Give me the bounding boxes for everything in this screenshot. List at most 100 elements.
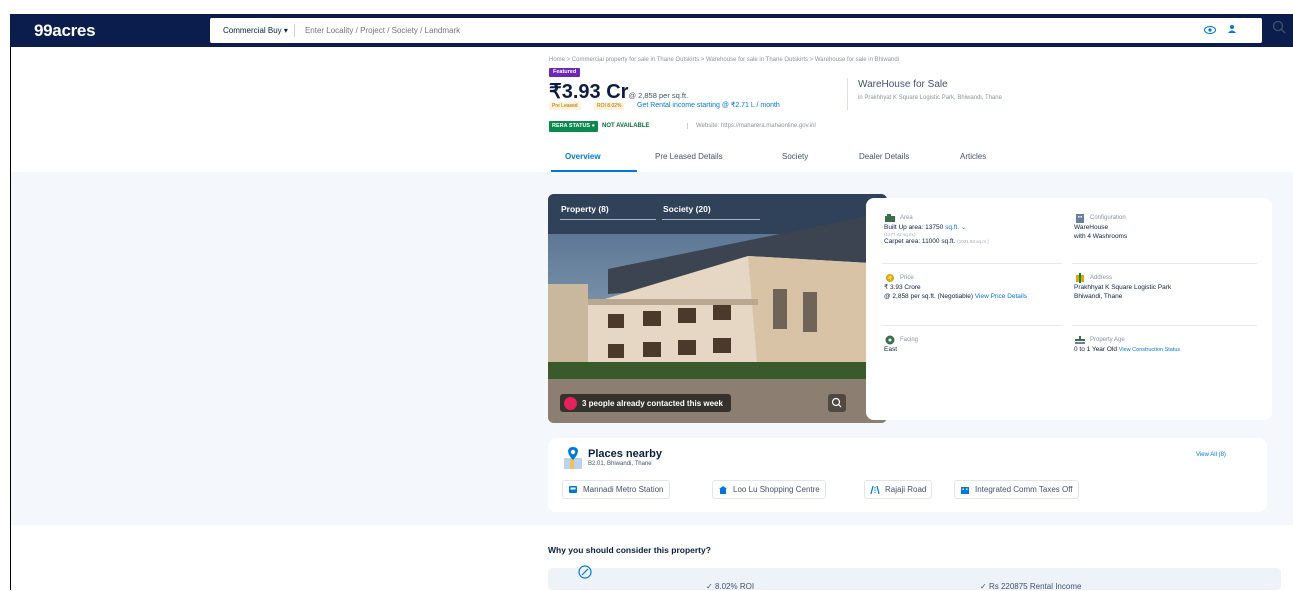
header-divider (847, 78, 848, 110)
pre-leased-chip: Pre Leased (549, 102, 581, 110)
road-icon (870, 485, 880, 495)
address-label: Address (1090, 275, 1113, 281)
info-icon: ● (591, 123, 595, 129)
svg-text:₹: ₹ (888, 276, 892, 283)
tab-overview[interactable]: Overview (565, 152, 601, 161)
nearby-place-chip[interactable]: Integrated Comm Taxes Off (954, 480, 1079, 499)
age-label: Property Age (1090, 337, 1125, 343)
property-photo-gallery[interactable]: Property (8) Society (20) 3 people alrea… (548, 194, 887, 423)
price-detail: ₹ Price ₹ 3.93 Crore @ 2,858 per sq.ft. (… (884, 273, 1069, 301)
view-construction-status-link[interactable]: View Construction Status (1119, 347, 1180, 353)
compass-icon (578, 565, 592, 579)
building-icon (1074, 213, 1086, 223)
people-icon (564, 396, 577, 410)
chevron-down-icon[interactable]: ⌄ (959, 224, 966, 231)
address-line-1: Prakhhyat K Square Logistic Park (1074, 284, 1172, 291)
user-icon[interactable] (1225, 24, 1239, 38)
roi-chip: ROI 8.02% (594, 102, 625, 110)
divider (882, 263, 1062, 264)
carpet-sub: (1021.93 sq.m.) (957, 239, 989, 244)
places-nearby-card: Places nearby B2.01, Bhiwandi, Thane Vie… (548, 438, 1267, 512)
search-bar: Commercial Buy ▾ (210, 18, 1262, 43)
divider (1072, 325, 1257, 326)
config-value: WareHouse (1074, 224, 1109, 231)
site-logo[interactable]: 99acres (34, 21, 212, 41)
search-input[interactable] (304, 26, 905, 35)
contacted-text: 3 people already contacted this week (582, 398, 723, 408)
view-price-details-link[interactable]: View Price Details (975, 293, 1027, 300)
active-tab-indicator (551, 170, 637, 172)
shopping-icon (718, 485, 728, 495)
property-location: in Prakhhyat K Square Logistic Park, Bhi… (858, 95, 1002, 101)
rera-website[interactable]: Website: https://maharera.mahaonline.gov… (687, 123, 816, 129)
carpet-area: Carpet area: 11000 sq.ft. (884, 238, 956, 245)
area-detail: Area Built Up area: 13750 sq.ft. ⌄ (1277… (884, 213, 1069, 246)
tab-dealer-details[interactable]: Dealer Details (859, 152, 909, 161)
config-label: Configuration (1090, 215, 1126, 221)
address-line-2: Bhiwandi, Thane (1074, 293, 1123, 300)
nearby-place-chip[interactable]: Loo Lu Shopping Centre (712, 480, 826, 499)
nearby-place-name: Mannadi Metro Station (583, 485, 664, 494)
breadcrumb[interactable]: Home > Commercial property for sale in T… (549, 57, 899, 63)
rera-status-badge: RERA STATUS ● (549, 121, 598, 132)
photo-tab-underline (560, 219, 656, 220)
price-per-sqft: @ 2,858 per sq.ft. (628, 91, 689, 100)
chevron-down-icon: ▾ (283, 26, 288, 35)
rental-income-link[interactable]: Get Rental income starting @ ₹2.71 L / m… (637, 101, 780, 109)
age-value: 0 to 1 Year Old (1074, 346, 1118, 353)
tab-society[interactable]: Society (782, 152, 808, 161)
tab-pre-leased-details[interactable]: Pre Leased Details (655, 152, 723, 161)
places-nearby-title: Places nearby (588, 448, 662, 460)
area-label: Area (900, 215, 913, 221)
rera-value: NOT AVAILABLE (602, 123, 650, 129)
facing-value: East (884, 346, 898, 353)
facing-label: Facing (900, 337, 919, 343)
why-consider-heading: Why you should consider this property? (548, 545, 711, 555)
address-detail: Address Prakhhyat K Square Logistic Park… (1074, 273, 1259, 301)
photo-tab-underline (662, 219, 760, 220)
why-consider-box: ✓ 8.02% ROI ✓ Rs 220875 Rental Income (548, 565, 1281, 591)
view-all-link[interactable]: View All (8) (1196, 452, 1226, 458)
washrooms-value: with 4 Washrooms (1074, 233, 1128, 240)
tab-articles[interactable]: Articles (960, 152, 986, 161)
tab-property-photos[interactable]: Property (8) (561, 204, 609, 214)
divider (1072, 263, 1257, 264)
tab-society-photos[interactable]: Society (20) (663, 204, 711, 214)
eye-icon[interactable] (1203, 24, 1217, 38)
area-value: Built Up area: 13750 (884, 224, 944, 231)
compass-icon (884, 335, 896, 345)
area-unit-select[interactable]: sq.ft. (945, 224, 959, 231)
top-navigation-bar: 99acres Commercial Buy ▾ (10, 14, 1293, 47)
area-icon (884, 213, 896, 223)
train-icon (568, 485, 578, 495)
property-details-card: Area Built Up area: 13750 sq.ft. ⌄ (1277… (866, 198, 1272, 420)
places-nearby-subtitle: B2.01, Bhiwandi, Thane (588, 461, 652, 467)
search-icon[interactable] (1272, 20, 1290, 38)
price-detail-value: ₹ 3.93 Crore (884, 284, 921, 291)
divider (882, 325, 1062, 326)
calendar-icon (1074, 335, 1086, 345)
price-value: ₹3.93 Cr (549, 81, 629, 103)
nearby-place-name: Integrated Comm Taxes Off (975, 485, 1073, 494)
zoom-icon[interactable] (828, 394, 846, 412)
office-icon (960, 485, 970, 495)
contacted-banner: 3 people already contacted this week (560, 394, 731, 412)
rera-status-label: RERA STATUS (552, 123, 591, 129)
nearby-place-chip[interactable]: Rajaji Road (864, 480, 933, 499)
warehouse-photo (548, 194, 887, 423)
property-age-detail: Property Age 0 to 1 Year Old View Constr… (1074, 335, 1259, 354)
featured-badge: Featured (549, 68, 581, 77)
search-type-label: Commercial Buy (223, 26, 282, 35)
nearby-place-chip[interactable]: Mannadi Metro Station (562, 480, 670, 499)
area-sub: (1277.42 sq.m.) (884, 232, 916, 237)
price-tag-icon: ₹ (884, 273, 896, 283)
configuration-detail: Configuration WareHouse with 4 Washrooms (1074, 213, 1259, 241)
price-per-sqft-detail: @ 2,858 per sq.ft. (Negotiable) (884, 293, 973, 300)
search-type-select[interactable]: Commercial Buy ▾ (210, 24, 295, 37)
nearby-place-name: Loo Lu Shopping Centre (733, 485, 820, 494)
location-pin-icon (1074, 273, 1086, 283)
facing-detail: Facing East (884, 335, 1069, 354)
nearby-place-name: Rajaji Road (885, 485, 927, 494)
map-pin-icon (564, 447, 582, 469)
property-title: WareHouse for Sale (858, 79, 948, 90)
